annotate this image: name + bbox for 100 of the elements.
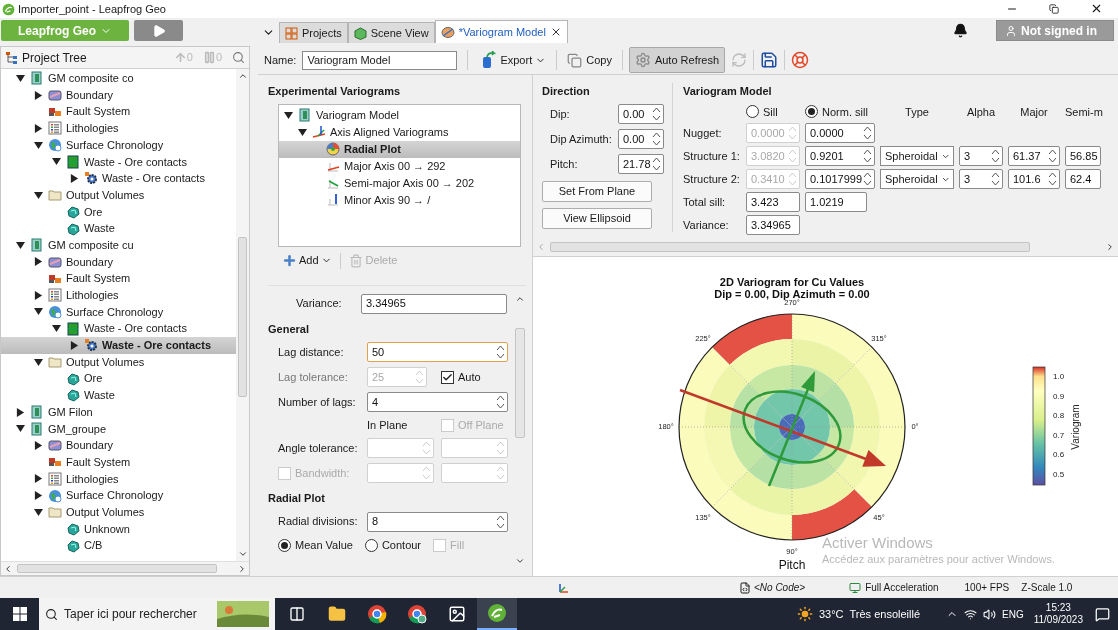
spin-arrows-icon[interactable] (863, 171, 872, 187)
tree-toggle-icon[interactable] (34, 90, 43, 100)
tree-item[interactable]: GM composite cu (1, 236, 236, 254)
radio-button[interactable] (278, 539, 291, 552)
tree-toggle-icon[interactable] (34, 290, 43, 300)
tree-item[interactable]: Minor Axis 90 → / (279, 191, 520, 209)
tree-toggle-icon[interactable] (34, 257, 43, 267)
tab[interactable]: Projects (279, 22, 348, 43)
tree-item[interactable]: Output Volumes (1, 353, 236, 371)
tree-item[interactable]: GM composite co (1, 70, 236, 87)
number-field[interactable]: 8 (367, 511, 508, 532)
spin-arrows-icon[interactable] (496, 394, 505, 410)
tree-item[interactable]: Major Axis 00 → 292 (279, 157, 520, 175)
tab[interactable]: *Variogram Model (434, 20, 568, 43)
tree-item[interactable]: Unknown (1, 520, 236, 538)
export-button[interactable]: Export (478, 48, 551, 72)
action-button[interactable]: View Ellipsoid (542, 207, 652, 229)
type-dropdown[interactable]: Spheroidal (880, 146, 954, 166)
number-field[interactable]: 50 (367, 342, 508, 362)
number-field[interactable]: 0.9201 (805, 146, 875, 166)
number-field[interactable]: 61.37 (1008, 146, 1060, 166)
tree-toggle-icon[interactable] (52, 157, 61, 167)
tree-toggle-icon[interactable] (16, 424, 25, 434)
tree-item[interactable]: Waste (1, 387, 236, 404)
number-field[interactable]: 1.0219 (805, 192, 867, 212)
tree-item[interactable]: Fault System (1, 453, 236, 471)
notification-bell-icon[interactable] (953, 23, 968, 38)
number-field[interactable] (441, 438, 508, 458)
spin-arrows-icon[interactable] (496, 344, 505, 360)
tree-item[interactable]: Surface Chronology (1, 136, 236, 154)
tree-item[interactable]: Boundary (1, 437, 236, 454)
scrollbar-thumb[interactable] (550, 242, 1030, 252)
number-field[interactable]: 3 (959, 169, 1003, 189)
scroll-right-icon[interactable] (1105, 242, 1115, 252)
spin-arrows-icon[interactable] (1048, 148, 1057, 164)
tree-item[interactable]: Fault System (1, 103, 236, 121)
radio-button[interactable] (364, 539, 378, 552)
tree-item[interactable]: Ore (1, 203, 236, 221)
type-dropdown[interactable]: Spheroidal (880, 169, 954, 189)
number-field[interactable]: 3.34965 (746, 215, 800, 235)
tree-toggle-icon[interactable] (34, 140, 43, 150)
spin-arrows-icon[interactable] (991, 171, 1000, 187)
number-field[interactable]: 0.00 (618, 104, 664, 124)
scroll-up-icon[interactable] (237, 71, 248, 81)
tree-item[interactable]: Lithologies (1, 470, 236, 488)
tree-toggle-icon[interactable] (34, 123, 43, 133)
copy-button[interactable]: Copy (563, 48, 616, 72)
number-field[interactable]: 56.85 (1065, 146, 1101, 166)
tab[interactable]: Scene View (347, 22, 435, 43)
tree-item[interactable]: Boundary (1, 253, 236, 271)
tree-item[interactable]: Waste - Ore contacts (1, 320, 236, 337)
number-field[interactable]: 0.00 (618, 129, 664, 149)
taskbar-search-field[interactable]: Taper ici pour rechercher (39, 598, 275, 630)
close-icon[interactable] (1090, 2, 1103, 15)
name-field[interactable]: Variogram Model (302, 50, 458, 70)
scrollbar-thumb[interactable] (515, 327, 525, 438)
number-field[interactable]: 3.423 (746, 192, 800, 212)
spin-arrows-icon[interactable] (991, 148, 1000, 164)
weather-icon[interactable] (796, 606, 813, 622)
number-field[interactable]: 3 (959, 146, 1003, 166)
variance-field[interactable]: 3.34965 (361, 293, 507, 314)
spin-arrows-icon[interactable] (1048, 171, 1057, 187)
tree-item[interactable]: Output Volumes (1, 503, 236, 521)
tree-item[interactable]: Surface Chronology (1, 487, 236, 504)
tree-toggle-icon[interactable] (70, 173, 79, 183)
tree-item[interactable]: Fault System (1, 270, 236, 287)
spin-arrows-icon[interactable] (496, 513, 505, 530)
run-button[interactable] (134, 20, 183, 41)
number-field[interactable]: 62.4 (1065, 169, 1101, 189)
tree-toggle-icon[interactable] (16, 240, 25, 250)
tree-toggle-icon[interactable] (34, 307, 43, 317)
tree-toggle-icon[interactable] (16, 73, 25, 83)
tree-item[interactable]: Waste - Ore contacts (1, 153, 236, 171)
tree-item[interactable]: GM_groupe (1, 420, 236, 438)
spin-arrows-icon[interactable] (863, 125, 872, 141)
tree-item[interactable]: Output Volumes (1, 186, 236, 204)
language-indicator[interactable]: ENG (1002, 606, 1024, 622)
number-field[interactable]: 21.78 (618, 154, 664, 174)
number-field[interactable]: 0.0000 (805, 123, 875, 143)
tree-item[interactable]: Ore (1, 370, 236, 388)
volume-icon[interactable] (983, 607, 996, 621)
spin-arrows-icon[interactable] (652, 156, 661, 172)
number-field[interactable]: 4 (367, 392, 508, 412)
tree-item[interactable]: Surface Chronology (1, 303, 236, 321)
wifi-icon[interactable] (964, 607, 977, 621)
scrollbar-thumb[interactable] (238, 237, 247, 397)
scroll-down-icon[interactable] (237, 549, 248, 559)
tree-item[interactable]: Semi-major Axis 00 → 202 (279, 174, 520, 192)
tree-toggle-icon[interactable] (34, 491, 43, 501)
spin-arrows-icon[interactable] (652, 106, 661, 122)
tree-toggle-icon[interactable] (284, 110, 293, 120)
clock-time[interactable]: 15:23 (1045, 602, 1071, 614)
tree-toggle-icon[interactable] (34, 474, 43, 484)
start-icon[interactable] (13, 607, 27, 621)
tree-item[interactable]: Lithologies (1, 286, 236, 304)
tree-item[interactable]: GM Filon (1, 403, 236, 421)
tree-toggle-icon[interactable] (52, 324, 61, 334)
search-icon[interactable] (232, 51, 245, 64)
tree-item[interactable]: Waste (1, 220, 236, 237)
tree-item[interactable]: Lithologies (1, 120, 236, 137)
